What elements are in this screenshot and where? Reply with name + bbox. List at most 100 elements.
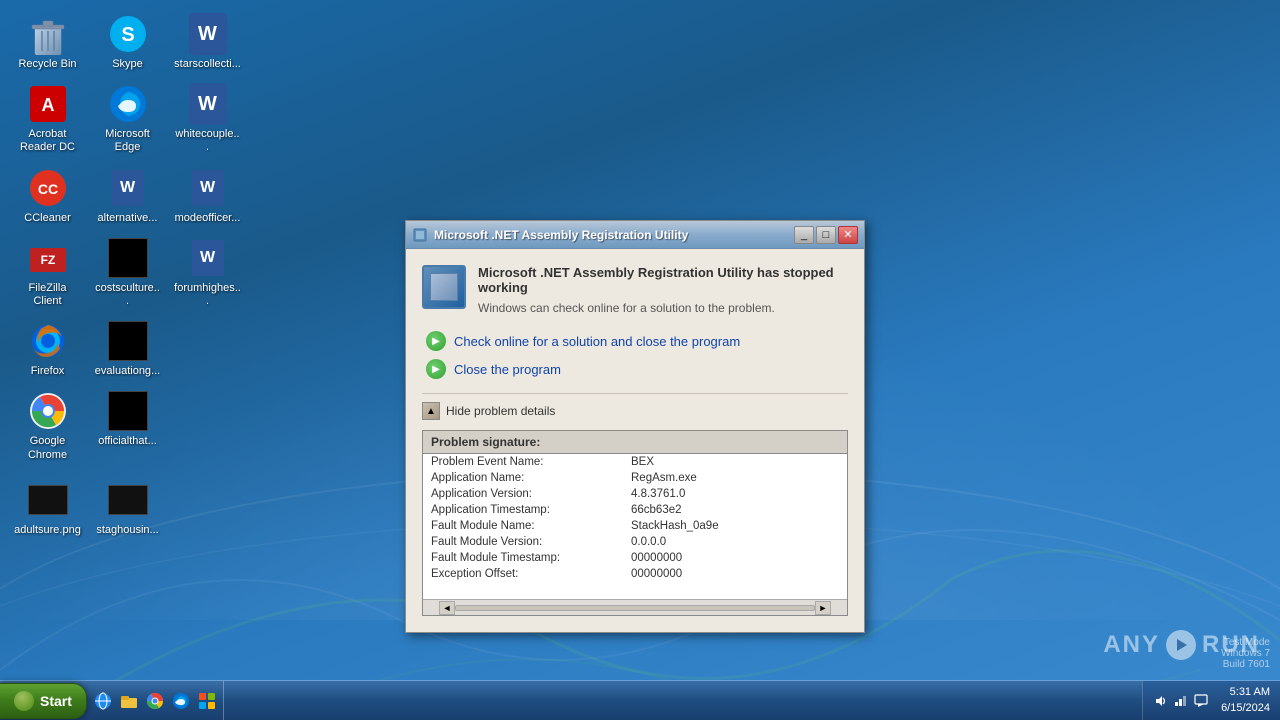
ccleaner-icon: CC <box>28 168 68 208</box>
adultsure-icon <box>28 480 68 520</box>
check-online-arrow-icon: ▶ <box>426 331 446 351</box>
problem-table-row: Application Timestamp:66cb63e2 <box>423 502 847 518</box>
modeofficer-icon <box>188 168 228 208</box>
alternative-icon <box>108 168 148 208</box>
starscollecti-label: starscollecti... <box>174 58 241 71</box>
dialog-header-desc: Windows can check online for a solution … <box>478 301 848 315</box>
desktop-icon-firefox[interactable]: Firefox <box>10 317 85 382</box>
problem-details-panel: Problem signature: Problem Event Name:BE… <box>422 430 848 616</box>
close-program-label[interactable]: Close the program <box>454 362 561 377</box>
desktop-icon-costsculture[interactable]: costsculture... <box>90 234 165 312</box>
problem-details-body[interactable]: Problem Event Name:BEXApplication Name:R… <box>423 454 847 599</box>
filezilla-icon: FZ <box>28 238 68 278</box>
dialog-maximize-button[interactable]: □ <box>816 226 836 244</box>
dialog-action-check-online[interactable]: ▶ Check online for a solution and close … <box>426 331 848 351</box>
stagehousing-label: staghousin... <box>96 524 158 537</box>
desktop-icon-skype[interactable]: S Skype <box>90 10 165 75</box>
stagehousing-icon <box>108 480 148 520</box>
desktop-icon-edge[interactable]: Microsoft Edge <box>90 80 165 158</box>
dialog-action-close-program[interactable]: ▶ Close the program <box>426 359 848 379</box>
start-orb-icon <box>14 691 34 711</box>
desktop-icons-row3: CC CCleaner alternative... modeofficer..… <box>10 164 245 229</box>
whitecouple-icon <box>188 84 228 124</box>
tray-action-center-icon[interactable] <box>1193 693 1209 709</box>
acrobat-icon: A <box>28 84 68 124</box>
clock-date: 6/15/2024 <box>1221 701 1270 716</box>
problem-value-cell: BEX <box>623 454 847 470</box>
desktop-icon-modeofficer[interactable]: modeofficer... <box>170 164 245 229</box>
start-button[interactable]: Start <box>0 683 87 719</box>
problem-value-cell: 66cb63e2 <box>623 502 847 518</box>
starscollecti-icon <box>188 14 228 54</box>
desktop-icon-ccleaner[interactable]: CC CCleaner <box>10 164 85 229</box>
taskbar: Start <box>0 680 1280 720</box>
ql-folder-icon[interactable] <box>117 689 141 713</box>
desktop-icon-recycle-bin[interactable]: Recycle Bin <box>10 10 85 75</box>
dialog-hide-details-toggle[interactable]: ▲ Hide problem details <box>422 402 848 420</box>
adultsure-label: adultsure.png <box>14 524 81 537</box>
check-online-label[interactable]: Check online for a solution and close th… <box>454 334 740 349</box>
system-tray: 5:31 AM 6/15/2024 <box>1142 681 1280 720</box>
desktop-icon-chrome[interactable]: Google Chrome <box>10 387 85 465</box>
problem-table: Problem Event Name:BEXApplication Name:R… <box>423 454 847 582</box>
quick-launch-bar <box>87 681 224 720</box>
horizontal-scrollbar[interactable]: ◄ ► <box>423 599 847 615</box>
dialog-header-text: Microsoft .NET Assembly Registration Uti… <box>478 265 848 315</box>
dialog-content: Microsoft .NET Assembly Registration Uti… <box>406 249 864 632</box>
close-program-arrow-icon: ▶ <box>426 359 446 379</box>
problem-key-cell: Exception Offset: <box>423 566 623 582</box>
desktop-icon-adultsure[interactable]: adultsure.png <box>10 476 85 541</box>
hide-details-arrow-icon: ▲ <box>422 402 440 420</box>
desktop-icon-acrobat[interactable]: A Acrobat Reader DC <box>10 80 85 158</box>
desktop-icon-evaluationg[interactable]: evaluationg... <box>90 317 165 382</box>
ql-edge-icon[interactable] <box>169 689 193 713</box>
ql-ie-icon[interactable] <box>91 689 115 713</box>
whitecouple-label: whitecouple... <box>174 128 241 154</box>
dialog-title-icon <box>412 227 428 243</box>
horizontal-scroll-track[interactable] <box>455 605 815 611</box>
evaluationg-icon <box>108 321 148 361</box>
chrome-label: Google Chrome <box>14 435 81 461</box>
scroll-right-button[interactable]: ► <box>815 601 831 615</box>
dialog-header: Microsoft .NET Assembly Registration Uti… <box>422 265 848 315</box>
problem-key-cell: Fault Module Version: <box>423 534 623 550</box>
clock-time: 5:31 AM <box>1221 685 1270 700</box>
desktop-icon-filezilla[interactable]: FZ FileZilla Client <box>10 234 85 312</box>
start-label: Start <box>40 693 72 709</box>
problem-key-cell: Application Name: <box>423 470 623 486</box>
build-label: Build 7601 <box>1221 659 1270 670</box>
scroll-left-button[interactable]: ◄ <box>439 601 455 615</box>
problem-table-row: Fault Module Name:StackHash_0a9e <box>423 518 847 534</box>
problem-value-cell: 0.0.0.0 <box>623 534 847 550</box>
recycle-bin-label: Recycle Bin <box>18 58 76 71</box>
svg-text:CC: CC <box>37 181 57 197</box>
desktop-icon-alternative[interactable]: alternative... <box>90 164 165 229</box>
firefox-label: Firefox <box>31 365 65 378</box>
problem-value-cell: 00000000 <box>623 566 847 582</box>
windows-info: Test Mode Windows 7 Build 7601 <box>1221 637 1270 670</box>
dialog-actions: ▶ Check online for a solution and close … <box>422 331 848 379</box>
dialog-controls: _ □ ✕ <box>794 226 858 244</box>
modeofficer-label: modeofficer... <box>175 212 241 225</box>
problem-key-cell: Fault Module Name: <box>423 518 623 534</box>
problem-table-row: Fault Module Version:0.0.0.0 <box>423 534 847 550</box>
desktop-icon-whitecouple[interactable]: whitecouple... <box>170 80 245 158</box>
ql-chrome-icon[interactable] <box>143 689 167 713</box>
tray-network-icon[interactable] <box>1173 693 1189 709</box>
problem-signature-header: Problem signature: <box>423 431 847 454</box>
desktop-icon-stagehousing[interactable]: staghousin... <box>90 476 165 541</box>
windows-version-label: Windows 7 <box>1221 648 1270 659</box>
ql-windows-icon[interactable] <box>195 689 219 713</box>
tray-speaker-icon[interactable] <box>1153 693 1169 709</box>
system-clock[interactable]: 5:31 AM 6/15/2024 <box>1213 685 1270 716</box>
svg-text:A: A <box>41 95 54 115</box>
dialog-minimize-button[interactable]: _ <box>794 226 814 244</box>
desktop-icon-officialthat[interactable]: officialthat... <box>90 387 165 452</box>
dialog-header-icon-inner <box>430 273 458 301</box>
problem-key-cell: Application Timestamp: <box>423 502 623 518</box>
dialog-close-button[interactable]: ✕ <box>838 226 858 244</box>
filezilla-label: FileZilla Client <box>14 282 81 308</box>
desktop-icon-forumhighes[interactable]: forumhighes... <box>170 234 245 312</box>
desktop-icon-starscollecti[interactable]: starscollecti... <box>170 10 245 75</box>
problem-table-row: Application Name:RegAsm.exe <box>423 470 847 486</box>
